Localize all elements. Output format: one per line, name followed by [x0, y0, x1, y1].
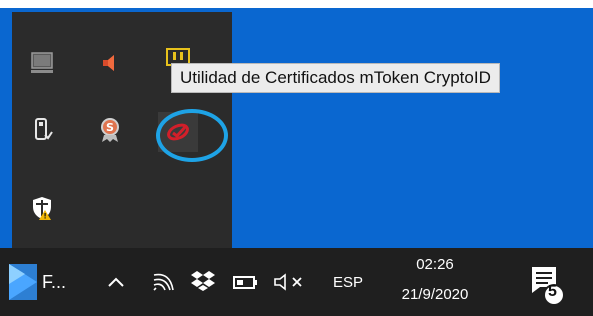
highlight-circle	[156, 109, 228, 162]
battery-icon[interactable]	[230, 266, 262, 298]
usb-drive-icon[interactable]	[24, 112, 60, 148]
clock[interactable]: 02:26 21/9/2020	[392, 250, 478, 310]
taskbar: F... ESP 02:26 21/9/2020 5	[0, 248, 593, 316]
svg-text:S: S	[106, 121, 114, 134]
network-monitor-icon[interactable]	[24, 45, 60, 81]
clock-date: 21/9/2020	[401, 286, 469, 303]
tray-tooltip: Utilidad de Certificados mToken CryptoID	[171, 63, 500, 93]
notification-count-badge: 5	[548, 283, 557, 300]
input-language[interactable]: ESP	[328, 262, 368, 302]
speaker-icon[interactable]	[92, 45, 128, 81]
taskbar-app-icon[interactable]	[8, 262, 38, 302]
windows-security-warning-icon[interactable]	[24, 190, 60, 226]
wifi-icon[interactable]	[148, 266, 178, 298]
security-badge-icon[interactable]: S	[92, 112, 128, 148]
action-center-button[interactable]: 5	[526, 264, 568, 308]
volume-muted-icon[interactable]	[270, 266, 310, 298]
dropbox-icon[interactable]	[188, 264, 218, 298]
clock-time: 02:26	[416, 256, 454, 273]
taskbar-app-label[interactable]: F...	[42, 262, 66, 302]
show-hidden-icons-chevron-icon[interactable]	[102, 266, 130, 298]
